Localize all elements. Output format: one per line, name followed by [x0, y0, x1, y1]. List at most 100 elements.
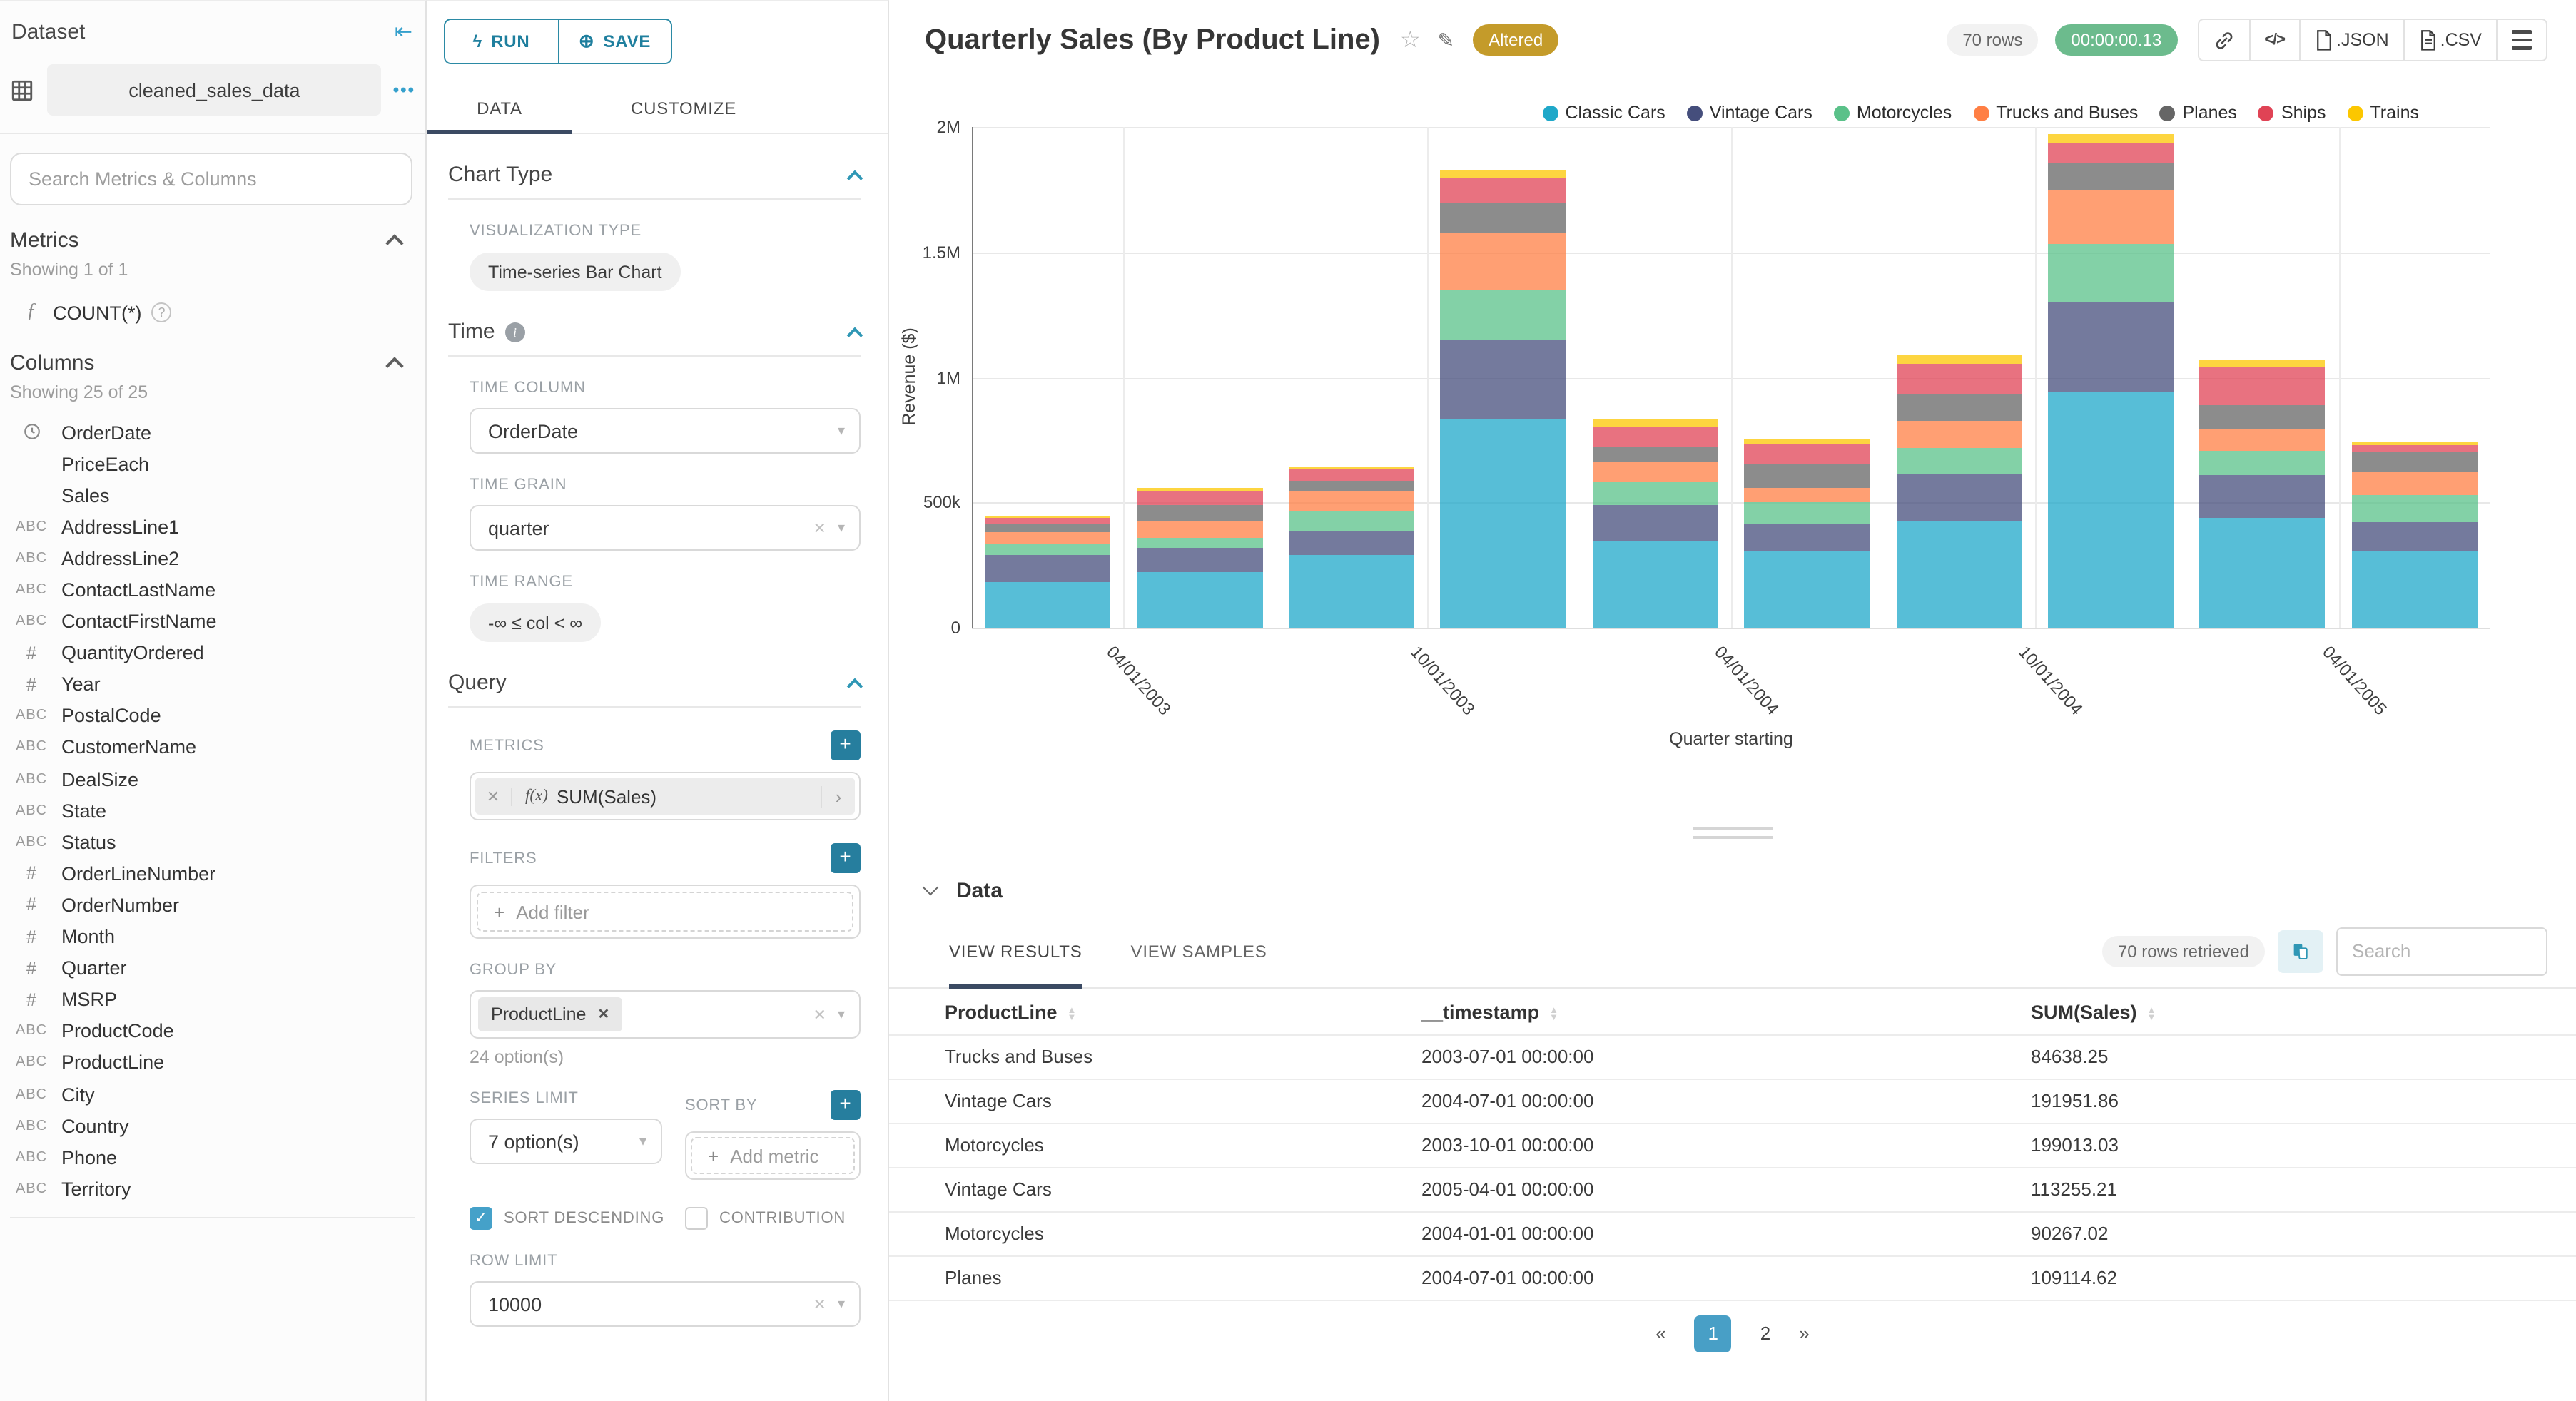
- metric-pill[interactable]: ✕ f(x) SUM(Sales) ›: [475, 778, 855, 815]
- bar-segment[interactable]: [1289, 481, 1414, 491]
- group-by-select[interactable]: ProductLine ✕ ✕ ▾: [470, 990, 861, 1039]
- bar-segment[interactable]: [2351, 445, 2478, 453]
- chevron-up-icon[interactable]: [846, 169, 863, 186]
- add-filter-button[interactable]: +: [831, 843, 861, 873]
- column-item[interactable]: Sales: [10, 479, 415, 511]
- column-item[interactable]: ABC ProductCode: [10, 1016, 415, 1047]
- column-item[interactable]: ABC Status: [10, 826, 415, 857]
- bar-segment[interactable]: [1289, 490, 1414, 511]
- export-json-button[interactable]: .JSON: [2299, 20, 2403, 60]
- column-item[interactable]: # Quarter: [10, 952, 415, 984]
- chevron-up-icon[interactable]: [846, 677, 863, 694]
- bar-segment[interactable]: [1744, 464, 1870, 488]
- bar-segment[interactable]: [1896, 473, 2022, 521]
- column-item[interactable]: ABC Country: [10, 1110, 415, 1141]
- column-item[interactable]: OrderDate: [10, 417, 415, 448]
- tab-view-samples[interactable]: VIEW SAMPLES: [1131, 915, 1267, 987]
- edit-icon[interactable]: ✎: [1438, 28, 1454, 52]
- column-item[interactable]: ABC City: [10, 1079, 415, 1110]
- bar-segment[interactable]: [1744, 487, 1870, 503]
- star-icon[interactable]: ☆: [1400, 26, 1421, 54]
- tab-view-results[interactable]: VIEW RESULTS: [949, 915, 1083, 989]
- bar-segment[interactable]: [1592, 462, 1718, 483]
- bar-segment[interactable]: [1592, 446, 1718, 463]
- bar-segment[interactable]: [985, 555, 1111, 583]
- group-by-tag[interactable]: ProductLine ✕: [478, 997, 623, 1031]
- tab-data[interactable]: DATA: [427, 84, 572, 134]
- bar-segment[interactable]: [1137, 491, 1263, 505]
- bar-segment[interactable]: [1137, 547, 1263, 571]
- search-metrics-input[interactable]: [10, 153, 412, 205]
- bar-segment[interactable]: [985, 532, 1111, 544]
- table-row[interactable]: Motorcycles 2003-10-01 00:00:00 199013.03: [889, 1123, 2576, 1168]
- pagination-page[interactable]: 2: [1760, 1323, 1770, 1344]
- column-item[interactable]: # Year: [10, 669, 415, 700]
- bar-segment[interactable]: [1896, 521, 2022, 628]
- run-button[interactable]: ϟ RUN: [445, 20, 557, 63]
- add-sort-metric-button[interactable]: +: [831, 1090, 861, 1120]
- bar-segment[interactable]: [985, 517, 1111, 524]
- bar-segment[interactable]: [1592, 505, 1718, 541]
- bar-segment[interactable]: [2199, 517, 2326, 628]
- table-search-input[interactable]: [2336, 927, 2547, 975]
- bar-segment[interactable]: [2199, 367, 2326, 405]
- bar-segment[interactable]: [985, 582, 1111, 628]
- legend-item[interactable]: Planes: [2159, 103, 2237, 123]
- bar-segment[interactable]: [1137, 505, 1263, 521]
- column-item[interactable]: ABC CustomerName: [10, 732, 415, 763]
- bar-segment[interactable]: [1440, 232, 1566, 290]
- bar-segment[interactable]: [1592, 419, 1718, 427]
- row-limit-select[interactable]: 10000 ✕ ▾: [470, 1281, 861, 1327]
- save-button[interactable]: ⊕ SAVE: [557, 20, 671, 63]
- bar-segment[interactable]: [2199, 474, 2326, 518]
- table-row[interactable]: Motorcycles 2004-01-01 00:00:00 90267.02: [889, 1211, 2576, 1256]
- bar-segment[interactable]: [1137, 487, 1263, 491]
- bar-segment[interactable]: [985, 544, 1111, 556]
- bar-segment[interactable]: [2048, 244, 2174, 302]
- bar-segment[interactable]: [2351, 452, 2478, 473]
- bar-segment[interactable]: [1289, 511, 1414, 531]
- bar-segment[interactable]: [1440, 169, 1566, 179]
- bar-segment[interactable]: [1744, 444, 1870, 464]
- legend-item[interactable]: Vintage Cars: [1686, 103, 1812, 123]
- bar-segment[interactable]: [1592, 540, 1718, 628]
- series-limit-select[interactable]: 7 option(s) ▾: [470, 1119, 662, 1164]
- bar-segment[interactable]: [1289, 530, 1414, 556]
- collapse-panel-icon[interactable]: ⇤: [395, 19, 412, 44]
- bar-segment[interactable]: [1440, 178, 1566, 203]
- bar-segment[interactable]: [2048, 134, 2174, 142]
- legend-item[interactable]: Trucks and Buses: [1973, 103, 2138, 123]
- bar-segment[interactable]: [1896, 355, 2022, 364]
- table-row[interactable]: Vintage Cars 2004-07-01 00:00:00 191951.86: [889, 1079, 2576, 1124]
- export-csv-button[interactable]: .CSV: [2403, 20, 2496, 60]
- column-item[interactable]: ABC ProductLine: [10, 1047, 415, 1079]
- column-header[interactable]: SUM(Sales) ▲ ▼: [2031, 992, 2576, 1035]
- bar-segment[interactable]: [2351, 442, 2478, 446]
- column-item[interactable]: ABC ContactLastName: [10, 574, 415, 606]
- legend-item[interactable]: Classic Cars: [1542, 103, 1665, 123]
- add-metric-button[interactable]: +: [831, 730, 861, 760]
- bar-segment[interactable]: [2048, 142, 2174, 163]
- bar-segment[interactable]: [1440, 290, 1566, 340]
- time-range-value[interactable]: -∞ ≤ col < ∞: [470, 603, 602, 642]
- chevron-up-icon[interactable]: [385, 234, 404, 253]
- bar-segment[interactable]: [2351, 472, 2478, 496]
- dataset-name[interactable]: cleaned_sales_data: [47, 64, 382, 116]
- column-item[interactable]: ABC AddressLine2: [10, 543, 415, 574]
- bar-segment[interactable]: [2048, 189, 2174, 245]
- column-item[interactable]: ABC PostalCode: [10, 700, 415, 732]
- bar-segment[interactable]: [1440, 340, 1566, 420]
- bar-segment[interactable]: [1592, 482, 1718, 505]
- column-item[interactable]: # QuantityOrdered: [10, 637, 415, 668]
- dataset-more-icon[interactable]: •••: [393, 80, 415, 100]
- bar-segment[interactable]: [2199, 429, 2326, 452]
- bar-segment[interactable]: [1896, 393, 2022, 421]
- chevron-up-icon[interactable]: [385, 357, 404, 375]
- bar-segment[interactable]: [985, 523, 1111, 533]
- bar-segment[interactable]: [1289, 466, 1414, 470]
- remove-metric-icon[interactable]: ✕: [475, 787, 512, 805]
- legend-item[interactable]: Motorcycles: [1833, 103, 1952, 123]
- bar-segment[interactable]: [2199, 404, 2326, 430]
- time-grain-select[interactable]: quarter ✕ ▾: [470, 505, 861, 551]
- bar-segment[interactable]: [1896, 448, 2022, 474]
